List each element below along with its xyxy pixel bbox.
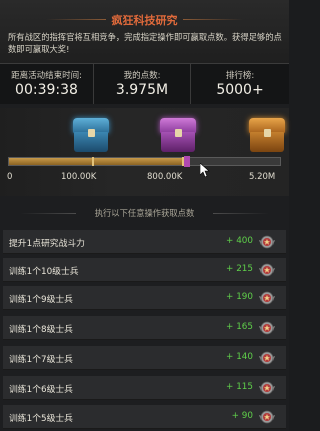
gold-chest-icon[interactable]: [249, 118, 285, 152]
task-row: 训练1个9级士兵 + 190: [3, 286, 286, 310]
reward-progress-area: [0, 108, 289, 196]
my-points-label: 我的点数:: [123, 71, 161, 81]
milestone-label: 100.00K: [61, 172, 97, 182]
points-medal-icon: [259, 321, 275, 335]
reward-progress-bar: [8, 157, 281, 166]
task-name: 训练1个9级士兵: [9, 295, 73, 305]
page-title: 疯狂科技研究: [111, 14, 178, 27]
task-points: + 115: [226, 382, 253, 392]
event-description: 所有战区的指挥官将互相竞争，完成指定操作即可赢取点数。获得足够的点数即可赢取大奖…: [8, 32, 282, 54]
reward-progress-fill: [9, 158, 188, 165]
task-points: + 190: [226, 292, 253, 302]
event-header: 疯狂科技研究 所有战区的指挥官将互相竞争，完成指定操作即可赢取点数。获得足够的点…: [0, 0, 289, 64]
points-medal-icon: [259, 235, 275, 249]
blue-chest-icon[interactable]: [73, 118, 109, 152]
task-points: + 215: [226, 264, 253, 274]
task-row: 训练1个6级士兵 + 115: [3, 376, 286, 400]
milestone-label: 0: [7, 172, 13, 182]
section-ornament-right: [213, 213, 269, 214]
task-points: + 140: [226, 352, 253, 362]
task-row: 提升1点研究战斗力 + 400: [3, 230, 286, 254]
task-name: 训练1个8级士兵: [9, 325, 73, 335]
milestone-label: 800.00K: [147, 172, 183, 182]
time-remaining-label: 距离活动结束时间:: [11, 71, 82, 81]
title-ornament-right: [183, 19, 243, 20]
leaderboard[interactable]: 排行榜: 5000+: [190, 64, 289, 104]
task-row: 训练1个10级士兵 + 215: [3, 258, 286, 282]
my-points: 我的点数: 3.975M: [93, 64, 190, 104]
task-points: + 400: [226, 236, 253, 246]
task-points: + 90: [231, 411, 253, 421]
task-row: 训练1个7级士兵 + 140: [3, 346, 286, 370]
task-name: 训练1个5级士兵: [9, 414, 73, 424]
my-points-value: 3.975M: [115, 82, 169, 98]
points-medal-icon: [259, 381, 275, 395]
time-remaining: 距离活动结束时间: 00:39:38: [0, 64, 93, 104]
points-medal-icon: [259, 291, 275, 305]
event-panel: 疯狂科技研究 所有战区的指挥官将互相竞争，完成指定操作即可赢取点数。获得足够的点…: [0, 0, 289, 431]
task-row: 训练1个8级士兵 + 165: [3, 316, 286, 340]
mouse-cursor-icon: [200, 163, 210, 177]
task-name: 训练1个7级士兵: [9, 355, 73, 365]
points-medal-icon: [259, 351, 275, 365]
leaderboard-label: 排行榜:: [225, 71, 255, 81]
milestone-tick: [92, 157, 94, 166]
purple-chest-icon[interactable]: [160, 118, 196, 152]
time-remaining-value: 00:39:38: [15, 82, 78, 98]
stats-bar: 距离活动结束时间: 00:39:38 我的点数: 3.975M 排行榜: 500…: [0, 64, 289, 104]
leaderboard-value: 5000+: [216, 82, 264, 98]
milestone-label: 5.20M: [249, 172, 276, 182]
points-medal-icon: [259, 410, 275, 424]
task-row: 训练1个5级士兵 + 90: [3, 405, 286, 429]
task-name: 训练1个6级士兵: [9, 385, 73, 395]
task-points: + 165: [226, 322, 253, 332]
task-name: 提升1点研究战斗力: [9, 239, 85, 249]
task-name: 训练1个10级士兵: [9, 267, 79, 277]
points-medal-icon: [259, 263, 275, 277]
progress-marker: [184, 156, 190, 167]
